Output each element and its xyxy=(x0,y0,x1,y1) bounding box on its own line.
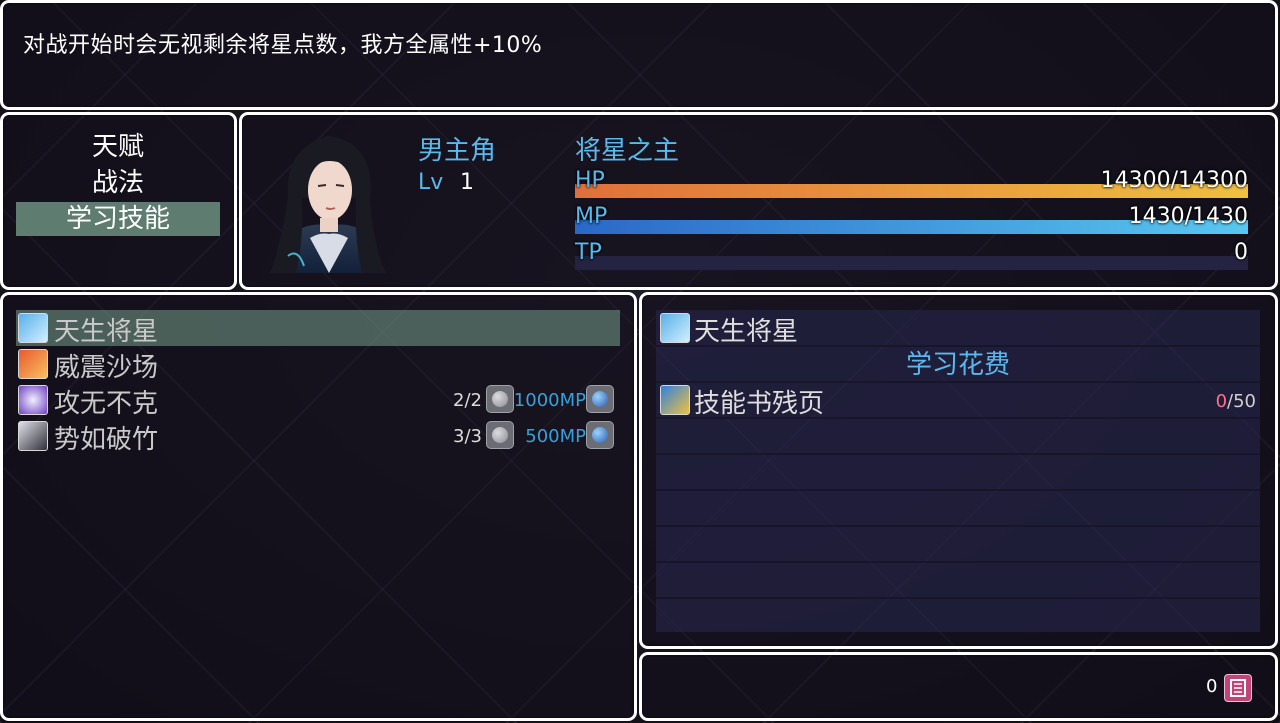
skill-row[interactable]: 威震沙场 xyxy=(16,346,620,383)
actor-portrait xyxy=(258,128,400,273)
skill-name: 势如破竹 xyxy=(54,425,159,455)
lightning-burst-icon xyxy=(18,385,48,415)
tp-value: 0 xyxy=(1234,240,1248,265)
skill-row[interactable]: 天生将星 xyxy=(16,310,620,347)
command-tactics[interactable]: 战法 xyxy=(16,166,220,200)
command-talent[interactable]: 天赋 xyxy=(16,130,220,164)
gold-value: 0 xyxy=(1206,676,1218,697)
blue-orb-icon xyxy=(586,385,614,413)
skill-name: 攻无不克 xyxy=(54,389,159,419)
help-window: 对战开始时会无视剩余将星点数，我方全属性+10% xyxy=(0,0,1278,110)
skill-count: 3/3 xyxy=(453,426,482,447)
tp-gauge: TP 0 xyxy=(575,240,1248,272)
help-text: 对战开始时会无视剩余将星点数，我方全属性+10% xyxy=(23,33,543,58)
cost-title: 学习花费 xyxy=(905,350,1010,380)
skill-name: 天生将星 xyxy=(54,317,159,347)
requirement-have: 0 xyxy=(1215,391,1228,412)
skill-row[interactable]: 势如破竹 3/3 500MP xyxy=(16,418,620,455)
actor-name: 男主角 xyxy=(418,136,497,166)
scroll-key-icon xyxy=(660,385,690,415)
shadow-claw-icon xyxy=(18,421,48,451)
actor-nickname: 将星之主 xyxy=(575,136,680,166)
hp-gauge: HP 14300/14300 xyxy=(575,168,1248,200)
mp-label: MP xyxy=(575,204,608,229)
level-label: Lv xyxy=(418,170,444,195)
skill-cost: 500MP xyxy=(525,426,586,447)
skill-row[interactable]: 攻无不克 2/2 1000MP xyxy=(16,382,620,419)
requirement-name: 技能书残页 xyxy=(694,389,825,419)
mp-gauge: MP 1430/1430 xyxy=(575,204,1248,236)
blue-orb-icon xyxy=(586,421,614,449)
gray-orb-icon xyxy=(486,385,514,413)
command-learn-skill[interactable]: 学习技能 xyxy=(16,202,220,236)
hp-value: 14300/14300 xyxy=(1100,168,1248,193)
gold-window xyxy=(639,652,1278,721)
currency-icon xyxy=(1224,674,1252,702)
gray-orb-icon xyxy=(486,421,514,449)
mp-value: 1430/1430 xyxy=(1128,204,1248,229)
skill-cost: 1000MP xyxy=(513,390,586,411)
detail-skill-name: 天生将星 xyxy=(694,317,799,347)
skill-name: 威震沙场 xyxy=(54,353,159,383)
star-general-icon xyxy=(660,313,690,343)
level-value: 1 xyxy=(460,170,474,195)
skill-count: 2/2 xyxy=(453,390,482,411)
flame-sword-icon xyxy=(18,349,48,379)
tp-label: TP xyxy=(575,240,602,265)
requirement-need: 50 xyxy=(1233,391,1256,412)
hp-label: HP xyxy=(575,168,605,193)
star-general-icon xyxy=(18,313,48,343)
requirement-progress: 0/50 xyxy=(1140,391,1256,415)
